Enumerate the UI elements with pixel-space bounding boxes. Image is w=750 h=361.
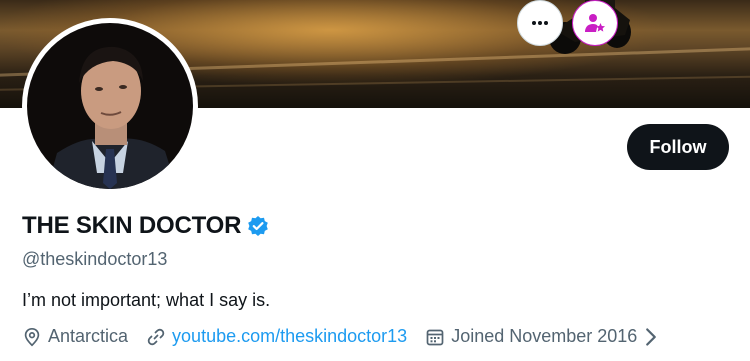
subscribe-person-star-icon	[585, 14, 605, 32]
profile-bio: I’m not important; what I say is.	[22, 290, 271, 310]
avatar-portrait-image	[27, 23, 193, 189]
chevron-right-icon	[646, 327, 657, 346]
location-item: Antarctica	[22, 326, 128, 347]
follow-button[interactable]: Follow	[627, 124, 729, 170]
display-name: THE SKIN DOCTOR	[22, 212, 242, 239]
verified-badge-icon[interactable]	[247, 215, 269, 237]
subscribe-button[interactable]	[572, 0, 618, 46]
location-text: Antarctica	[48, 326, 129, 346]
more-icon	[532, 21, 548, 25]
location-pin-icon	[24, 327, 40, 346]
joined-text: Joined November 2016	[451, 326, 638, 346]
profile-avatar[interactable]	[22, 18, 198, 194]
profile-name-row: THE SKIN DOCTOR	[22, 212, 269, 240]
joined-item[interactable]: Joined November 2016	[425, 326, 667, 347]
profile-handle: @theskindoctor13	[22, 249, 168, 269]
more-options-button[interactable]	[517, 0, 563, 46]
link-icon	[147, 328, 165, 345]
website-item: youtube.com/theskindoctor13	[146, 326, 407, 347]
profile-meta-row: Antarctica youtube.com/theskindoctor13 J…	[22, 326, 685, 347]
calendar-icon	[426, 329, 444, 345]
website-link[interactable]: youtube.com/theskindoctor13	[172, 326, 407, 347]
